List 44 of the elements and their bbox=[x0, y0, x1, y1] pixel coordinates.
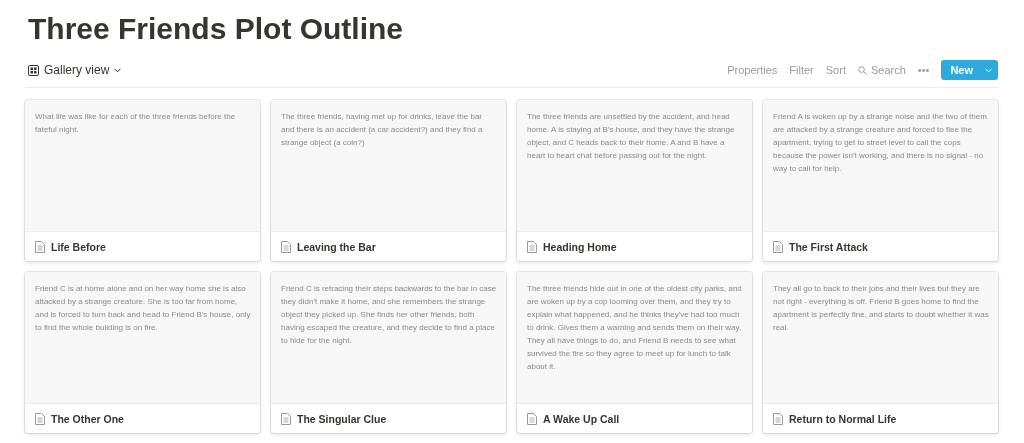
page-icon bbox=[527, 412, 537, 425]
card-title: Heading Home bbox=[543, 240, 617, 253]
gallery-card[interactable] bbox=[763, 272, 998, 433]
toolbar-button[interactable]: Sort bbox=[825, 64, 846, 76]
chevron-down-icon bbox=[114, 67, 122, 73]
page-title: Three Friends Plot Outline bbox=[28, 12, 405, 46]
gallery-card[interactable] bbox=[517, 100, 752, 261]
card-description: The three friends hide out in one of the oldest city parks, and are woken up by a cop looming over them, and they try to explain what happened, and he thinks they've had too much to drink. Gives them a warning and sends them on their way. They all have things to do, and Friend B needs to see what survived the fire so they agree to meet up for lunch to talk about it. bbox=[527, 283, 743, 373]
card-title: Leaving the Bar bbox=[297, 240, 376, 253]
page-icon bbox=[773, 412, 783, 425]
gallery-card[interactable]: What life was like for each of the three friends before the fateful night. Life Before bbox=[25, 100, 260, 261]
card-title: The Singular Clue bbox=[297, 412, 387, 425]
card-description: Friend A is woken up by a strange noise and the two of them are attacked by a strange creature and forced to flee the apartment, trying to get to street level to call the cops because the power isn't working, and there is no signal - no way to call for help. bbox=[773, 111, 988, 175]
gallery-card[interactable]: The three friends, having met up for drinks, leave the bar and there is an accident (a car accident?) and they find a strange object (a coin?) Leaving the Bar bbox=[271, 100, 506, 261]
gallery-card[interactable] bbox=[763, 100, 998, 261]
card-description: They all go to back to their jobs and their lives but they are not right - everything is off. Friend B goes home to find the apartment is perfectly fine, and starts to doubt whether it was real. bbox=[773, 283, 989, 334]
view-selector[interactable]: Gallery view bbox=[28, 63, 122, 77]
card-title: The First Attack bbox=[789, 240, 868, 253]
toolbar-button[interactable]: Properties bbox=[727, 64, 778, 76]
gallery-icon bbox=[28, 64, 39, 76]
toolbar-button[interactable]: Filter bbox=[789, 64, 814, 76]
card-title: Life Before bbox=[51, 240, 106, 253]
page-icon bbox=[281, 240, 291, 253]
chevron-down-icon bbox=[985, 67, 992, 73]
gallery-card[interactable] bbox=[25, 272, 260, 433]
card-description: Friend C is at home alone and on her way home she is also attacked by a strange creature. She is too far from home, and is forced to turn back and head to Friend B's house, only to find the whole building is on fire. bbox=[35, 283, 251, 334]
gallery-card[interactable] bbox=[517, 272, 752, 433]
gallery-card[interactable] bbox=[271, 272, 506, 433]
more-button[interactable]: ••• bbox=[917, 64, 930, 76]
page-icon bbox=[527, 240, 537, 253]
card-description: The three friends are unsettled by the accident, and head home. A is staying at B's house, and they have the strange object, and C heads back to their home. A and B have a heart to heart chat before passing out for the night. bbox=[527, 111, 736, 162]
page-icon bbox=[773, 240, 783, 253]
search-button[interactable]: Search bbox=[857, 64, 906, 76]
search-icon bbox=[857, 65, 867, 75]
card-title: Return to Normal Life bbox=[789, 412, 897, 425]
page-icon bbox=[35, 412, 45, 425]
card-description: What life was like for each of the three friends before the fateful night. bbox=[35, 111, 237, 136]
page-icon bbox=[35, 240, 45, 253]
card-description: The three friends, having met up for drinks, leave the bar and there is an accident (a car accident?) and they find a strange object (a coin?) bbox=[281, 111, 484, 149]
new-button[interactable]: New bbox=[941, 60, 998, 80]
page-icon bbox=[281, 412, 291, 425]
card-description: Friend C is retracing their steps backwards to the bar in case they didn't make it home, and she remembers the strange object they picked up. She finds her other friends, both having escaped the creature, and they decide to find a place to hide for the night. bbox=[281, 283, 497, 347]
card-title: A Wake Up Call bbox=[543, 412, 620, 425]
card-title: The Other One bbox=[51, 412, 124, 425]
